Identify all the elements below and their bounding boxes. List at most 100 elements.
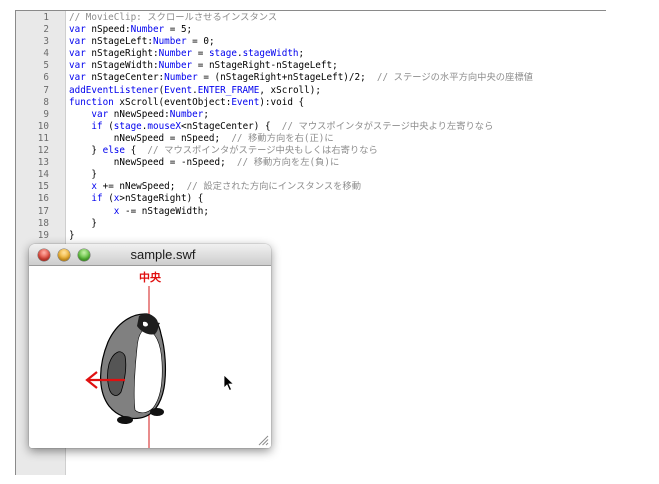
line-text[interactable]: x -= nStageWidth; (69, 206, 209, 218)
line-text[interactable]: var nSpeed:Number = 5; (69, 24, 192, 36)
code-token: nNewSpeed = -nSpeed; (69, 157, 237, 169)
code-keyword: stage (208, 48, 237, 60)
code-comment: // ステージの水平方向中央の座標値 (376, 72, 533, 84)
code-keyword: var (69, 36, 86, 48)
code-token: nStageWidth: (85, 60, 159, 72)
code-line[interactable]: 4 var nStageRight:Number = stage.stageWid… (16, 48, 606, 60)
line-number: 8 (43, 96, 49, 108)
code-keyword: addEventListener (69, 84, 159, 96)
code-token: nNewSpeed = nSpeed; (69, 132, 232, 144)
line-text[interactable]: var nStageWidth:Number = nStageRight-nSt… (69, 60, 338, 72)
stage-graphics (85, 286, 167, 448)
line-text[interactable]: } (69, 230, 75, 242)
code-keyword: else (102, 145, 125, 157)
code-line[interactable]: 12 } else { // マウスポインタがステージ中央もしくは右寄りなら (16, 145, 606, 157)
code-keyword: var (69, 48, 86, 60)
code-line[interactable]: 11 nNewSpeed = nSpeed; // 移動方向を右(正)に (16, 133, 606, 145)
code-token: nSpeed: (85, 24, 131, 36)
line-number: 3 (43, 36, 49, 48)
line-text[interactable]: // MovieClip: スクロールさせるインスタンス (69, 12, 277, 24)
code-line[interactable]: 10 if (stage.mouseX<nStageCenter) { // マ… (16, 121, 606, 133)
code-token: { (292, 96, 305, 108)
line-text[interactable]: nNewSpeed = nSpeed; // 移動方向を右(正)に (69, 133, 334, 145)
code-keyword: stageWidth (242, 48, 299, 60)
code-line[interactable]: 13 nNewSpeed = -nSpeed; // 移動方向を左(負)に (16, 157, 606, 169)
code-token: ; (203, 108, 209, 120)
code-line[interactable]: 6 var nStageCenter:Number = (nStageRight+… (16, 72, 606, 84)
line-text[interactable]: if (stage.mouseX<nStageCenter) { // マウスポ… (69, 121, 493, 133)
line-text[interactable]: function xScroll(eventObject:Event):void… (69, 97, 304, 109)
resize-grip-icon[interactable] (257, 434, 269, 446)
code-token: nStageRight: (85, 48, 159, 60)
line-number: 6 (43, 72, 49, 84)
code-comment: // 移動方向を右(正)に (231, 132, 334, 144)
line-number: 5 (43, 60, 49, 72)
code-comment: // 移動方向を左(負)に (236, 157, 340, 169)
line-text[interactable]: } (69, 169, 97, 181)
penguin-icon (100, 313, 167, 424)
code-keyword: if (91, 120, 103, 132)
code-keyword: var (69, 72, 86, 84)
code-line[interactable]: 18 } (16, 218, 606, 230)
line-number: 4 (43, 48, 49, 60)
code-token: ; (298, 48, 305, 60)
line-text[interactable]: var nStageCenter:Number = (nStageRight+n… (69, 72, 533, 84)
code-comment: // MovieClip: スクロールさせるインスタンス (69, 12, 278, 23)
code-line[interactable]: 9 var nNewSpeed:Number; (16, 109, 606, 121)
code-keyword: ENTER_FRAME (197, 84, 260, 96)
code-line[interactable]: 19} (16, 230, 606, 242)
line-text[interactable]: nNewSpeed = -nSpeed; // 移動方向を左(負)に (69, 157, 340, 169)
code-line[interactable]: 16 if (x>nStageRight) { (16, 193, 606, 205)
code-lines[interactable]: 1 // MovieClip: スクロールさせるインスタンス 2 var nSpeed… (16, 12, 606, 242)
code-token: = 0; (186, 36, 215, 48)
code-line[interactable]: 1 // MovieClip: スクロールさせるインスタンス (16, 12, 606, 24)
window-titlebar[interactable]: sample.swf (29, 244, 271, 266)
code-token: { (124, 145, 148, 157)
line-number: 19 (37, 229, 49, 241)
line-text[interactable]: x += nNewSpeed; // 設定された方向にインスタンスを移動 (69, 181, 361, 193)
code-line[interactable]: 17 x -= nStageWidth; (16, 206, 606, 218)
code-keyword: var (69, 24, 86, 36)
code-comment: // 設定された方向にインスタンスを移動 (186, 181, 362, 193)
line-number: 18 (37, 217, 49, 229)
code-keyword: function (69, 96, 114, 108)
code-token: xScroll(eventObject: (113, 96, 232, 108)
line-number: 1 (43, 12, 49, 23)
line-number: 7 (43, 84, 49, 96)
line-text[interactable]: } (69, 218, 97, 230)
code-token: nStageCenter: (85, 72, 165, 84)
line-text[interactable]: addEventListener(Event.ENTER_FRAME, xScr… (69, 85, 321, 97)
line-number: 2 (43, 24, 49, 36)
swf-player-window[interactable]: sample.swf 中央 (29, 244, 271, 448)
code-line[interactable]: 2 var nSpeed:Number = 5; (16, 24, 606, 36)
code-keyword: Event (231, 96, 260, 108)
code-token: ( (102, 193, 114, 205)
code-line[interactable]: 8 function xScroll(eventObject:Event):voi… (16, 97, 606, 109)
line-text[interactable]: var nStageLeft:Number = 0; (69, 36, 215, 48)
code-line[interactable]: 14 } (16, 169, 606, 181)
line-text[interactable]: var nNewSpeed:Number; (69, 109, 209, 121)
code-comment: // マウスポインタがステージ中央もしくは右寄りなら (147, 145, 378, 157)
code-token: } (69, 169, 97, 181)
line-text[interactable]: var nStageRight:Number = stage.stageWidt… (69, 48, 304, 60)
code-token: += nNewSpeed; (97, 181, 187, 193)
code-line[interactable]: 7 addEventListener(Event.ENTER_FRAME, xSc… (16, 85, 606, 97)
code-token: <nStageCenter) { (181, 120, 282, 132)
code-token: } (69, 217, 97, 229)
flash-stage[interactable]: 中央 (29, 266, 271, 448)
code-keyword: mouseX (147, 120, 181, 132)
code-keyword: Number (152, 36, 187, 48)
code-token: >nStageRight) { (119, 193, 204, 205)
code-line[interactable]: 15 x += nNewSpeed; // 設定された方向にインスタンスを移動 (16, 181, 606, 193)
pointer-cursor-icon (223, 374, 235, 392)
code-line[interactable]: 3 var nStageLeft:Number = 0; (16, 36, 606, 48)
line-text[interactable]: if (x>nStageRight) { (69, 193, 203, 205)
code-keyword: Number (130, 24, 165, 36)
code-line[interactable]: 5 var nStageWidth:Number = nStageRight-nS… (16, 60, 606, 72)
code-keyword: var (69, 60, 86, 72)
line-text[interactable]: } else { // マウスポインタがステージ中央もしくは右寄りなら (69, 145, 378, 157)
